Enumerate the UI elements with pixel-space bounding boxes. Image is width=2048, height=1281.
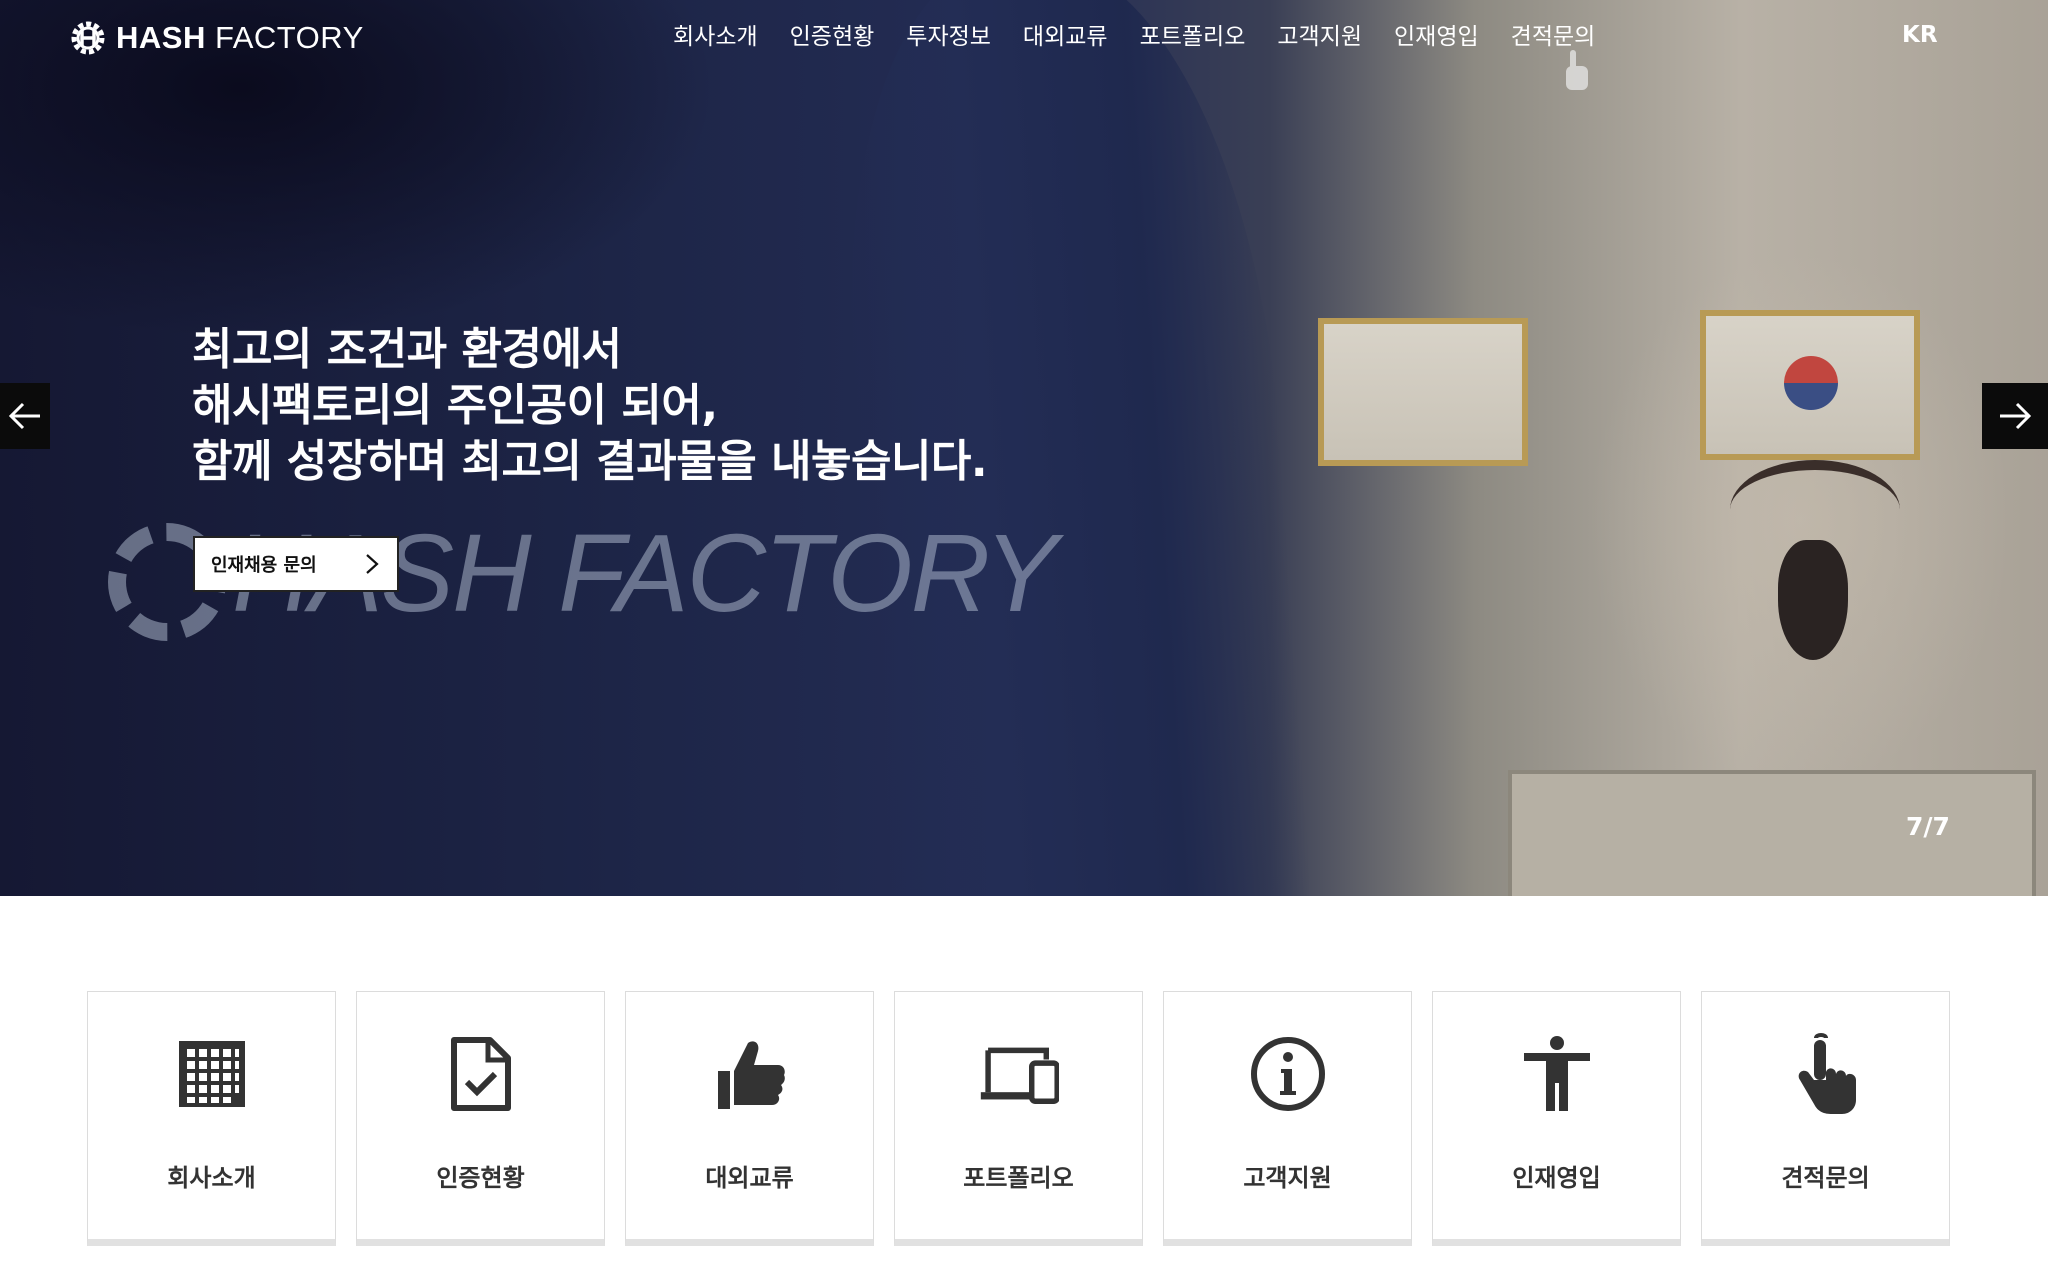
card-label: 견적문의 <box>1781 1164 1870 1192</box>
card-label: 회사소개 <box>167 1164 256 1192</box>
card-label: 고객지원 <box>1243 1164 1332 1192</box>
nav-item-company[interactable]: 회사소개 <box>657 20 774 54</box>
main-nav: 회사소개 인증현황 투자정보 대외교류 포트폴리오 고객지원 인재영입 견적문의 <box>657 20 1611 54</box>
nav-item-support[interactable]: 고객지원 <box>1261 20 1378 54</box>
wall-board <box>1508 770 2036 896</box>
nav-item-portfolio[interactable]: 포트폴리오 <box>1124 20 1262 54</box>
hero-slider: HASH FACTORY 최고의 조건과 환경에서 해시팩토리의 주인공이 되어… <box>0 0 2048 896</box>
logo-text: HASH FACTORY <box>116 20 364 55</box>
recruit-inquiry-label: 인재채용 문의 <box>211 555 317 576</box>
devices-icon <box>979 1034 1059 1114</box>
chevron-right-icon <box>366 554 379 574</box>
wall-frame <box>1318 318 1528 466</box>
deer-head <box>1778 540 1848 660</box>
card-certification[interactable]: 인증현황 <box>356 991 605 1246</box>
nav-item-quote[interactable]: 견적문의 <box>1495 20 1612 54</box>
recruit-inquiry-button[interactable]: 인재채용 문의 <box>193 536 399 592</box>
site-logo[interactable]: HASH FACTORY <box>68 18 364 58</box>
card-support[interactable]: 고객지원 <box>1163 991 1412 1246</box>
nav-item-investment[interactable]: 투자정보 <box>890 20 1007 54</box>
card-external-relations[interactable]: 대외교류 <box>625 991 874 1246</box>
language-selector[interactable]: KR <box>1902 22 1938 48</box>
hero-headline: 최고의 조건과 환경에서 해시팩토리의 주인공이 되어, 함께 성장하며 최고의… <box>192 322 988 490</box>
card-company[interactable]: 회사소개 <box>87 991 336 1246</box>
flag-emblem <box>1784 356 1838 410</box>
thumbs-up-icon <box>710 1034 790 1114</box>
nav-item-recruit[interactable]: 인재영입 <box>1378 20 1495 54</box>
next-slide-button[interactable] <box>1982 383 2048 449</box>
headline-line: 함께 성장하며 최고의 결과물을 내놓습니다. <box>192 436 988 487</box>
pointer-hand-icon <box>1786 1033 1866 1114</box>
card-label: 포트폴리오 <box>963 1164 1074 1192</box>
person-icon <box>1517 1034 1597 1114</box>
card-portfolio[interactable]: 포트폴리오 <box>894 991 1143 1246</box>
gear-logo-icon <box>71 21 105 55</box>
slide-counter: 7/7 <box>1906 812 1950 841</box>
building-icon <box>172 1034 252 1114</box>
arrow-left-icon <box>8 402 40 430</box>
nav-item-certification[interactable]: 인증현황 <box>774 20 891 54</box>
hand-cursor-icon <box>1566 50 1588 90</box>
document-check-icon <box>441 1034 521 1114</box>
card-recruit[interactable]: 인재영입 <box>1432 991 1681 1246</box>
quick-menu: 회사소개 인증현황 대외교류 포트폴리오 고객지원 인재영입 견적문의 <box>87 991 1950 1246</box>
arrow-right-icon <box>2000 402 2032 430</box>
headline-line: 해시팩토리의 주인공이 되어, <box>192 380 718 431</box>
card-quote[interactable]: 견적문의 <box>1701 991 1950 1246</box>
nav-item-external-relations[interactable]: 대외교류 <box>1007 20 1124 54</box>
prev-slide-button[interactable] <box>0 383 50 449</box>
info-circle-icon <box>1248 1034 1328 1114</box>
headline-line: 최고의 조건과 환경에서 <box>192 324 622 375</box>
card-label: 인증현황 <box>436 1164 525 1192</box>
card-label: 대외교류 <box>705 1164 794 1192</box>
card-label: 인재영입 <box>1512 1164 1601 1192</box>
